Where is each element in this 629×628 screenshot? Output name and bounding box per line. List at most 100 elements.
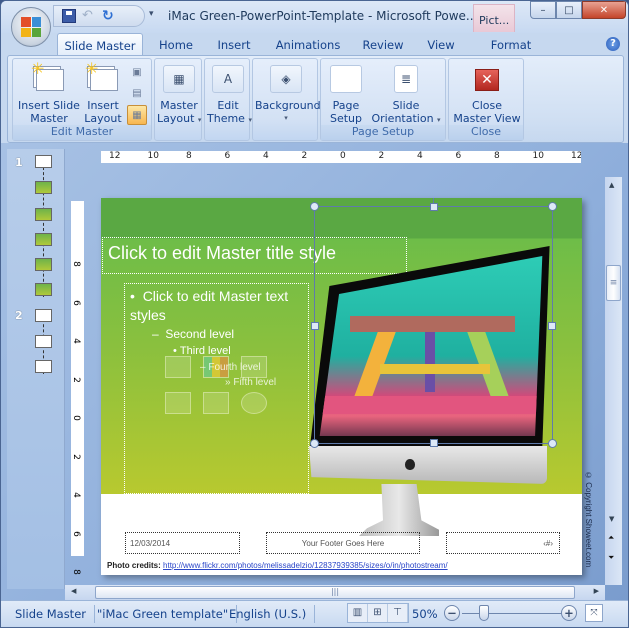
- tab-home[interactable]: Home: [151, 33, 201, 55]
- preserve-master-button[interactable]: ▦: [127, 105, 147, 125]
- resize-handle-top-right[interactable]: [548, 202, 557, 211]
- tab-format[interactable]: Format: [473, 33, 549, 55]
- tab-view[interactable]: View: [419, 33, 463, 55]
- insert-clip-art-icon[interactable]: [203, 392, 229, 414]
- vertical-scrollbar[interactable]: ▲ ≡ ▼ ⏶ ⏷: [605, 177, 622, 585]
- background-button[interactable]: ◈ Background ▾: [255, 63, 321, 125]
- zoom-level[interactable]: 50%: [412, 607, 438, 621]
- status-bar: Slide Master "iMac Green template" Engli…: [1, 600, 628, 626]
- body-level-5: » Fifth level: [225, 377, 277, 388]
- delete-slide-button[interactable]: ▣: [127, 62, 147, 82]
- slide-show-button[interactable]: ⊤: [388, 604, 408, 622]
- slide-number-placeholder[interactable]: ‹#›: [446, 532, 560, 554]
- slide-thumbnail-selected[interactable]: [35, 208, 52, 221]
- slide-thumbnail-master-2[interactable]: [35, 309, 52, 322]
- insert-table-icon[interactable]: [165, 356, 191, 378]
- scroll-up-icon[interactable]: ▲: [609, 181, 614, 189]
- resize-handle-top-left[interactable]: [310, 202, 319, 211]
- photo-credits-link[interactable]: http://www.flickr.com/photos/melissadelz…: [163, 561, 448, 570]
- footer-placeholder[interactable]: Your Footer Goes Here: [266, 532, 420, 554]
- vertical-scroll-thumb[interactable]: ≡: [606, 265, 621, 301]
- insert-slide-master-icon: ✳: [31, 61, 65, 95]
- ruler-tick-label: 4: [263, 151, 269, 161]
- tab-animations[interactable]: Animations: [269, 33, 347, 55]
- ruler-tick-label: 4: [417, 151, 423, 161]
- previous-slide-icon[interactable]: ⏶: [608, 533, 614, 543]
- status-theme-name: "iMac Green template": [89, 605, 238, 623]
- body-placeholder[interactable]: • Click to edit Master text styles – Sec…: [124, 283, 309, 494]
- slide-thumbnail-master-1[interactable]: [35, 155, 52, 168]
- slide-thumbnail[interactable]: [35, 258, 52, 271]
- insert-picture-icon[interactable]: [165, 392, 191, 414]
- slide-canvas[interactable]: Click to edit Master title style • Click…: [101, 198, 582, 575]
- ribbon-tabs: Slide Master Home Insert Animations Revi…: [1, 33, 628, 55]
- ruler-tick-label: 8: [494, 151, 500, 161]
- normal-view-button[interactable]: ▥: [348, 604, 368, 622]
- group-master-layout: ▦ Master Layout ▾: [154, 58, 202, 141]
- ruler-tick-label: 2: [301, 151, 308, 161]
- insert-media-icon[interactable]: [241, 392, 267, 414]
- office-button[interactable]: [11, 7, 51, 47]
- scroll-right-icon[interactable]: ▶: [594, 587, 599, 595]
- page-setup-icon: [330, 65, 362, 93]
- minimize-button[interactable]: –: [530, 1, 556, 19]
- edit-theme-button[interactable]: A Edit Theme ▾: [207, 63, 252, 127]
- close-window-button[interactable]: ✕: [582, 1, 626, 19]
- help-button[interactable]: ?: [606, 37, 620, 51]
- resize-handle-bottom-right[interactable]: [548, 439, 557, 448]
- customize-quick-access-button[interactable]: ▾: [149, 9, 154, 19]
- undo-icon[interactable]: ↶: [82, 9, 96, 23]
- fit-slide-button[interactable]: ⤧: [585, 604, 603, 622]
- resize-handle-right[interactable]: [548, 322, 556, 330]
- resize-handle-left[interactable]: [311, 322, 319, 330]
- slide-thumbnail-pane: 1 2: [7, 149, 65, 589]
- office-logo-icon: [21, 17, 41, 37]
- window-title: iMac Green-PowerPoint-Template - Microso…: [168, 9, 478, 23]
- maximize-button[interactable]: □: [556, 1, 582, 19]
- insert-slide-master-button[interactable]: ✳ Insert Slide Master: [17, 61, 81, 126]
- ruler-tick-label: 10: [147, 151, 159, 161]
- rename-button[interactable]: ▤: [127, 83, 147, 103]
- insert-layout-button[interactable]: ✳ Insert Layout: [83, 61, 123, 126]
- slide-thumbnail[interactable]: [35, 181, 52, 194]
- zoom-out-button[interactable]: −: [444, 605, 460, 621]
- scroll-left-icon[interactable]: ◀: [71, 587, 76, 595]
- slide-orientation-button[interactable]: ≣ Slide Orientation ▾: [369, 63, 443, 127]
- next-slide-icon[interactable]: ⏷: [608, 553, 614, 563]
- status-language[interactable]: English (U.S.): [221, 605, 316, 623]
- ruler-tick-label: 4: [70, 492, 81, 498]
- group-label-close: Close: [449, 125, 523, 140]
- resize-handle-top[interactable]: [430, 203, 438, 211]
- resize-handle-bottom[interactable]: [430, 439, 438, 447]
- powerpoint-window: ↶ ↻ ▾ iMac Green-PowerPoint-Template - M…: [0, 0, 629, 628]
- delete-slide-icon: ▣: [132, 66, 142, 78]
- horizontal-scroll-thumb[interactable]: |||: [95, 586, 575, 599]
- slide-orientation-icon: ≣: [394, 65, 418, 93]
- ruler-tick-label: 2: [70, 453, 81, 460]
- zoom-slider-track[interactable]: [462, 613, 562, 614]
- page-setup-button[interactable]: Page Setup: [325, 63, 367, 125]
- zoom-in-button[interactable]: +: [561, 605, 577, 621]
- slide-thumbnail[interactable]: [35, 283, 52, 296]
- scroll-down-icon[interactable]: ▼: [609, 515, 614, 523]
- ruler-tick-label: 10: [532, 151, 544, 161]
- master-layout-button[interactable]: ▦ Master Layout ▾: [157, 63, 201, 127]
- horizontal-scrollbar[interactable]: ◀ ||| ▶: [65, 585, 605, 600]
- group-label-edit-master: Edit Master: [13, 125, 151, 140]
- save-icon[interactable]: [62, 9, 76, 23]
- tab-slide-master[interactable]: Slide Master: [57, 33, 143, 55]
- slide-thumbnail[interactable]: [35, 335, 52, 348]
- date-placeholder[interactable]: 12/03/2014: [125, 532, 240, 554]
- resize-handle-bottom-left[interactable]: [310, 439, 319, 448]
- tab-review[interactable]: Review: [357, 33, 409, 55]
- apple-logo-icon: [405, 459, 415, 470]
- slide-sorter-button[interactable]: ⊞: [368, 604, 388, 622]
- zoom-slider-thumb[interactable]: [479, 605, 489, 621]
- tab-insert[interactable]: Insert: [209, 33, 259, 55]
- close-master-view-button[interactable]: ✕ Close Master View: [451, 63, 523, 125]
- maximize-icon: □: [564, 4, 574, 16]
- slide-thumbnail[interactable]: [35, 360, 52, 373]
- slide-thumbnail[interactable]: [35, 233, 52, 246]
- redo-icon[interactable]: ↻: [102, 9, 116, 23]
- rename-icon: ▤: [132, 87, 142, 99]
